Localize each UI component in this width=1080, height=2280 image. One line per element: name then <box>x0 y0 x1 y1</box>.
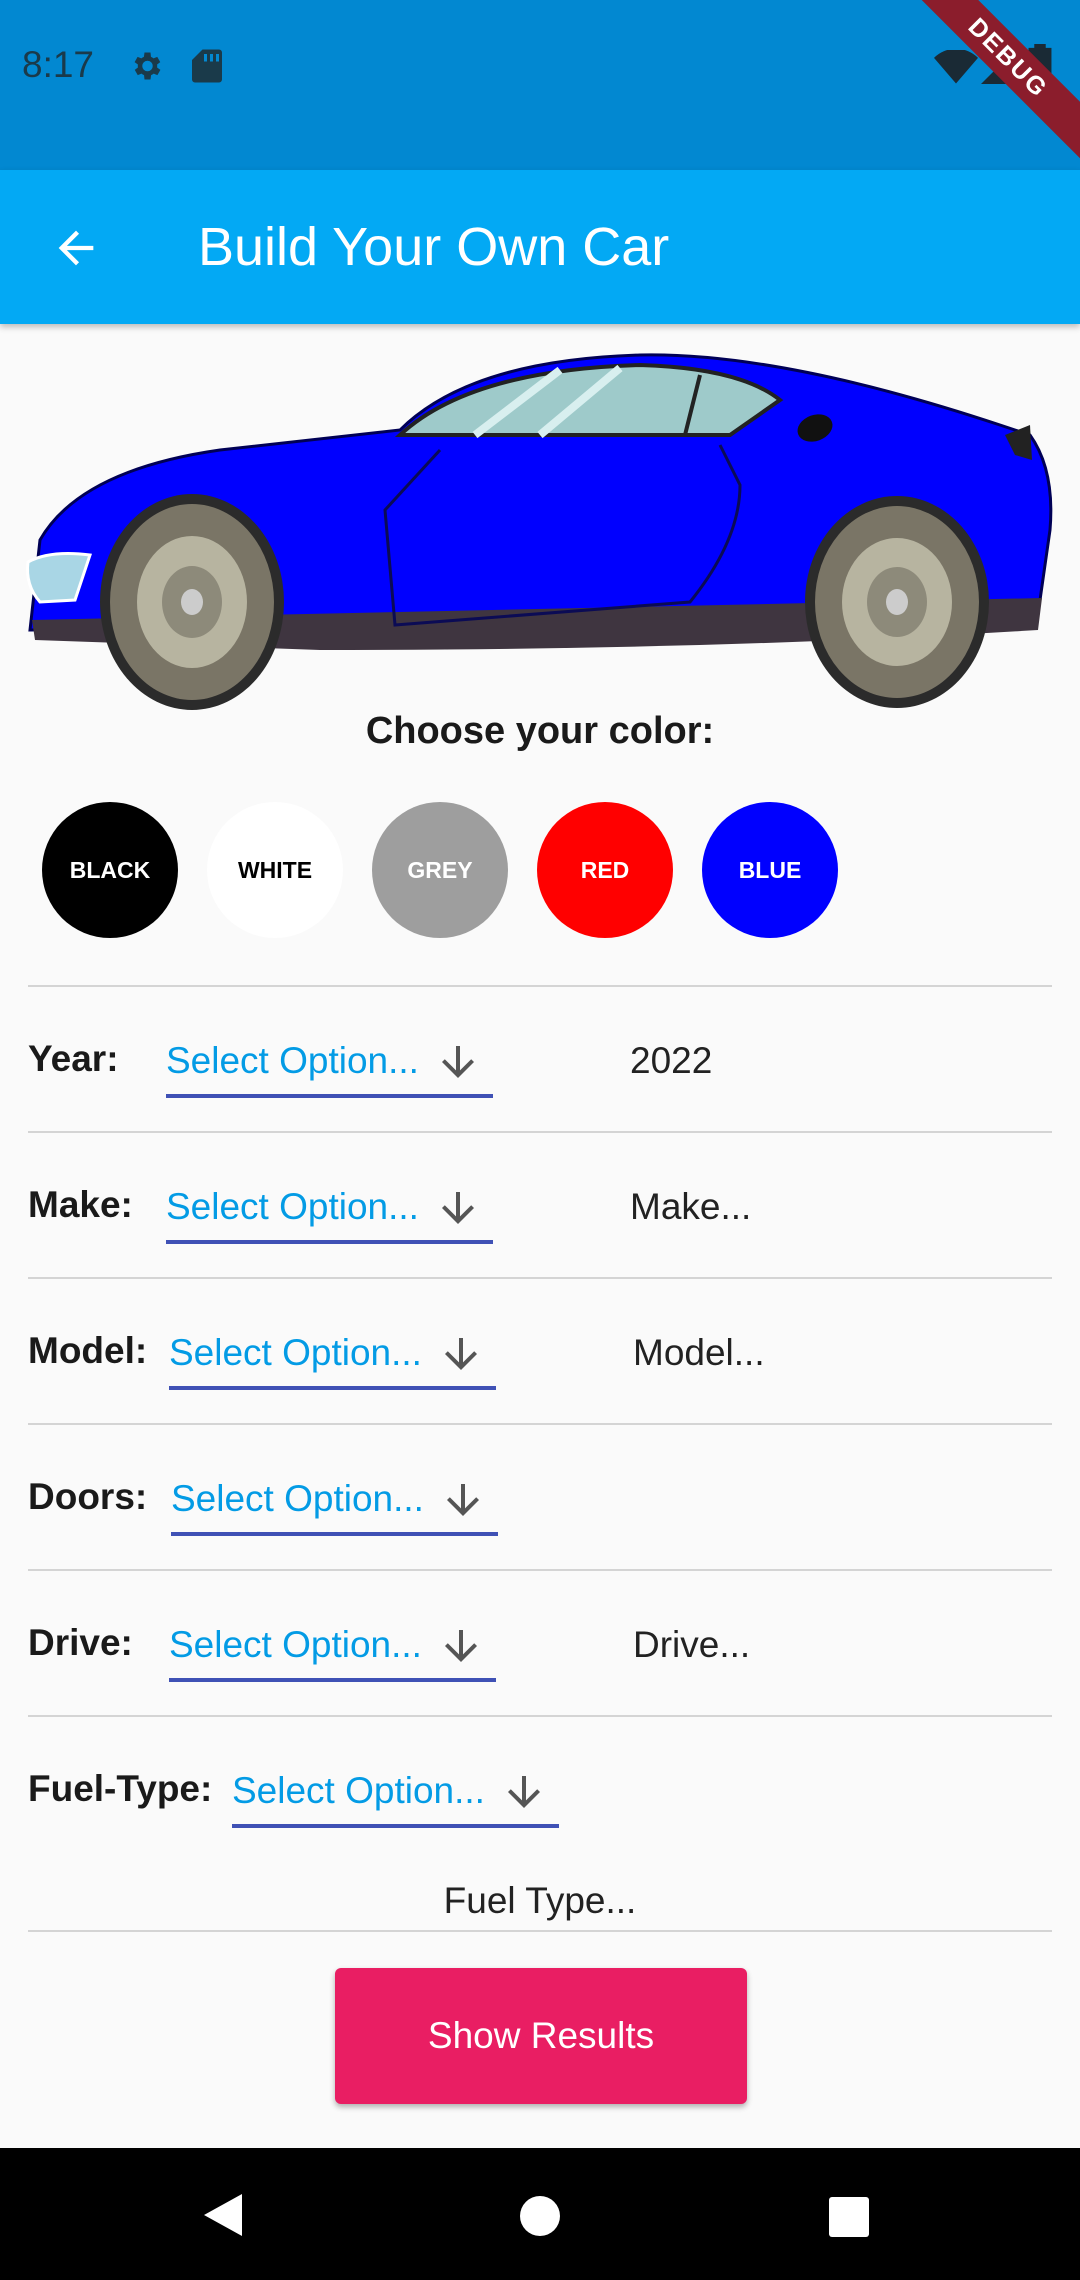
year-dropdown[interactable]: Select Option... <box>166 1038 493 1098</box>
fuel-type-label: Fuel-Type: <box>28 1768 213 1809</box>
arrow-down-icon <box>508 1776 540 1808</box>
fuel-type-dropdown-text: Select Option... <box>232 1770 485 1811</box>
year-dropdown-text: Select Option... <box>166 1040 419 1081</box>
front-wheel <box>100 494 284 710</box>
status-time: 8:17 <box>22 44 95 85</box>
divider <box>28 1930 1052 1932</box>
year-label: Year: <box>28 1038 119 1079</box>
drive-label: Drive: <box>28 1622 133 1663</box>
app-bar: Build Your Own Car <box>0 170 1080 324</box>
nav-back-icon[interactable] <box>200 2190 246 2240</box>
make-value: Make... <box>630 1186 752 1227</box>
make-label: Make: <box>28 1184 133 1225</box>
navigation-bar <box>0 2148 1080 2280</box>
model-dropdown-text: Select Option... <box>169 1332 422 1373</box>
arrow-down-icon <box>445 1338 477 1370</box>
color-black-button[interactable]: BLACK <box>42 802 178 938</box>
arrow-down-icon <box>445 1630 477 1662</box>
status-bar: 8:17 DEBUG <box>0 0 1080 170</box>
divider <box>28 1569 1052 1571</box>
color-heading: Choose your color: <box>365 710 715 752</box>
doors-label: Doors: <box>28 1476 148 1517</box>
doors-dropdown-text: Select Option... <box>171 1478 424 1519</box>
color-grey-button[interactable]: GREY <box>372 802 508 938</box>
nav-home-icon[interactable] <box>518 2194 562 2238</box>
arrow-down-icon <box>442 1046 474 1078</box>
divider <box>28 1131 1052 1133</box>
doors-dropdown[interactable]: Select Option... <box>171 1476 498 1536</box>
fuel-type-dropdown[interactable]: Select Option... <box>232 1768 559 1828</box>
settings-icon <box>134 52 161 80</box>
divider <box>28 1277 1052 1279</box>
sd-card-icon <box>192 49 222 83</box>
arrow-down-icon <box>447 1484 479 1516</box>
model-dropdown[interactable]: Select Option... <box>169 1330 496 1390</box>
model-value: Model... <box>633 1332 765 1373</box>
fuel-type-value: Fuel Type... <box>443 1880 637 1921</box>
divider <box>28 985 1052 987</box>
color-white-button[interactable]: WHITE <box>207 802 343 938</box>
make-dropdown[interactable]: Select Option... <box>166 1184 493 1244</box>
drive-value: Drive... <box>633 1624 751 1665</box>
drive-dropdown[interactable]: Select Option... <box>169 1622 496 1682</box>
show-results-button[interactable]: Show Results <box>335 1968 747 2104</box>
page-title: Build Your Own Car <box>198 217 670 277</box>
debug-banner: DEBUG <box>920 0 1080 160</box>
make-dropdown-text: Select Option... <box>166 1186 419 1227</box>
nav-recents-icon[interactable] <box>828 2196 870 2238</box>
divider <box>28 1423 1052 1425</box>
rear-wheel <box>805 496 989 708</box>
arrow-down-icon <box>442 1192 474 1224</box>
divider <box>28 1715 1052 1717</box>
year-value: 2022 <box>630 1040 713 1081</box>
model-label: Model: <box>28 1330 148 1371</box>
arrow-back-icon[interactable] <box>50 222 102 274</box>
car-illustration <box>26 353 1053 710</box>
debug-label: DEBUG <box>920 0 1080 160</box>
color-blue-button[interactable]: BLUE <box>702 802 838 938</box>
drive-dropdown-text: Select Option... <box>169 1624 422 1665</box>
color-red-button[interactable]: RED <box>537 802 673 938</box>
